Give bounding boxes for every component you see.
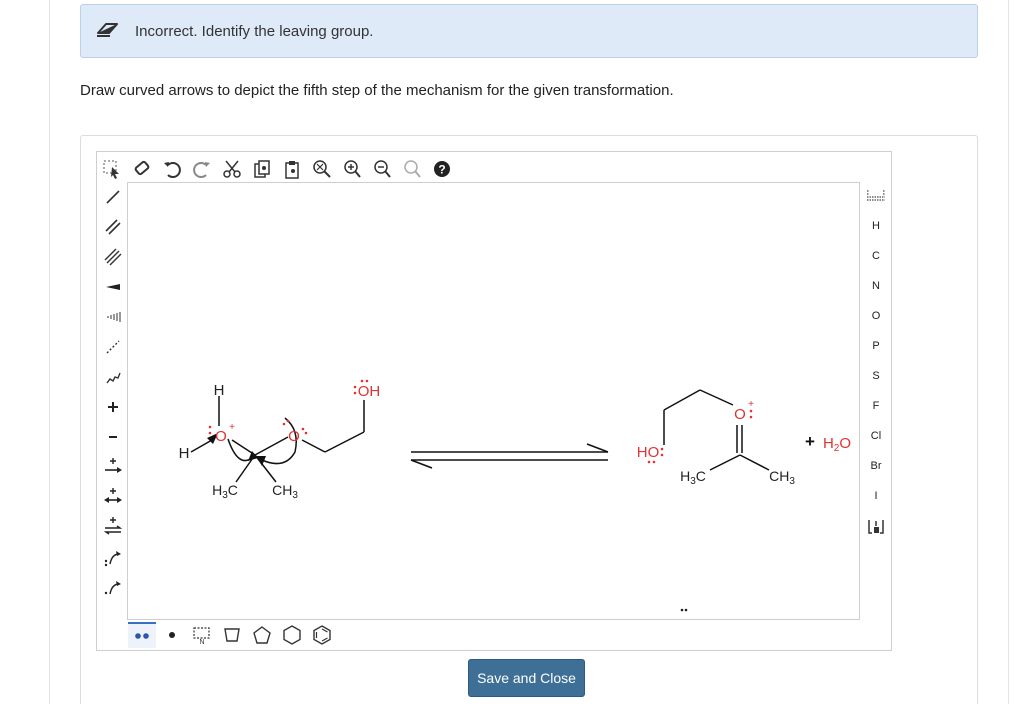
product-ch3: CH3 [769,468,795,487]
byproduct-water: H2O [823,435,851,454]
product-h3c: H3C [680,468,706,487]
product-o-charge: + [748,399,754,410]
page: Incorrect. Identify the leaving group. D… [0,0,1033,704]
byproduct-plus: + [805,432,815,451]
reactant-hydroxyl: OH [358,383,381,400]
reactant-o-charge: + [229,422,235,433]
product-oxonium-o: O [734,406,746,423]
reactant-ring-o: O [288,428,300,445]
reactant-h-left: H [179,445,190,462]
save-and-close-button[interactable]: Save and Close [468,659,585,697]
reactant-oxonium-o: O [215,428,227,445]
reactant-h3c: H3C [212,482,238,501]
product-hydroxyl: HO [637,444,660,461]
reaction-scheme: H O + H H3C CH3 O OH HO O + H3C CH3 + H2… [179,379,851,612]
reactant-h-top: H [214,382,225,399]
reactant-ch3: CH3 [272,482,298,501]
